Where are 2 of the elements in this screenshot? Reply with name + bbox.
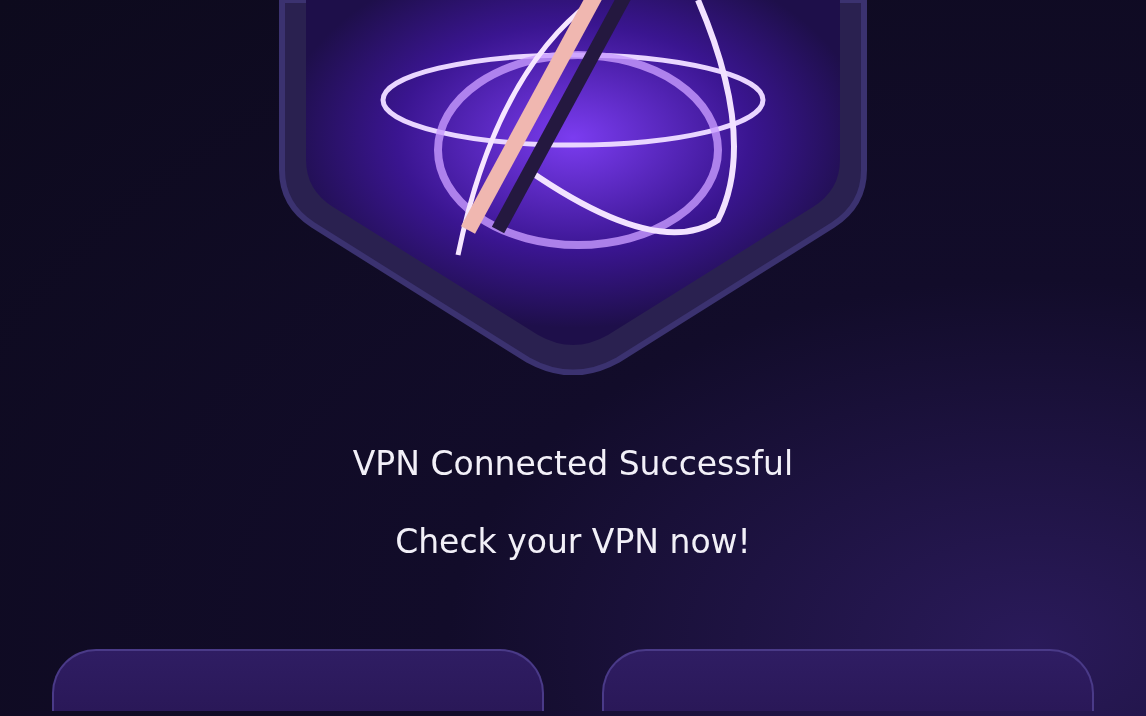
status-title: VPN Connected Successful xyxy=(352,443,794,485)
status-subtitle: Check your VPN now! xyxy=(395,521,751,563)
